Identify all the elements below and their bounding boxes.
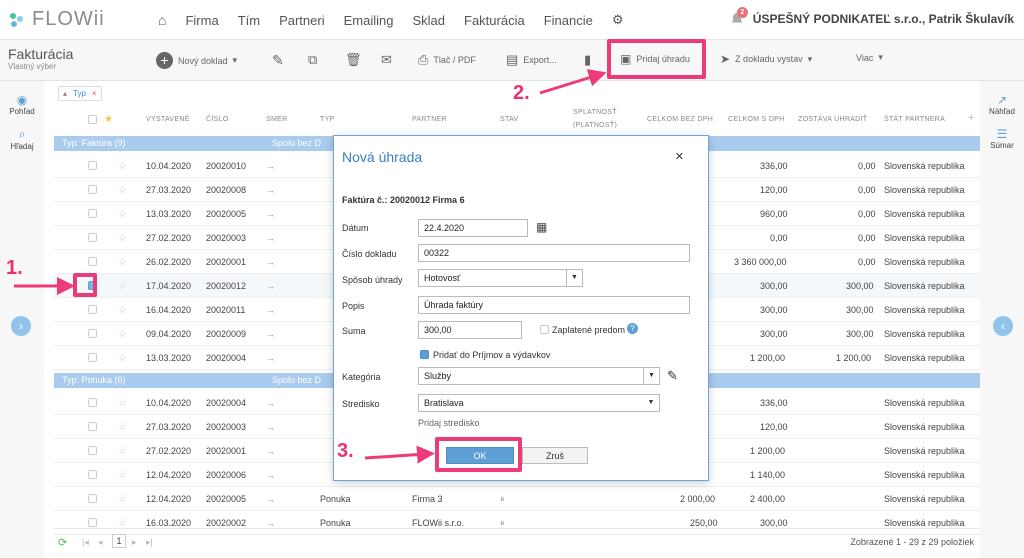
arrow-3: [364, 445, 435, 464]
arrow-2: [539, 69, 607, 95]
annotation-arrows: [14, 69, 607, 464]
